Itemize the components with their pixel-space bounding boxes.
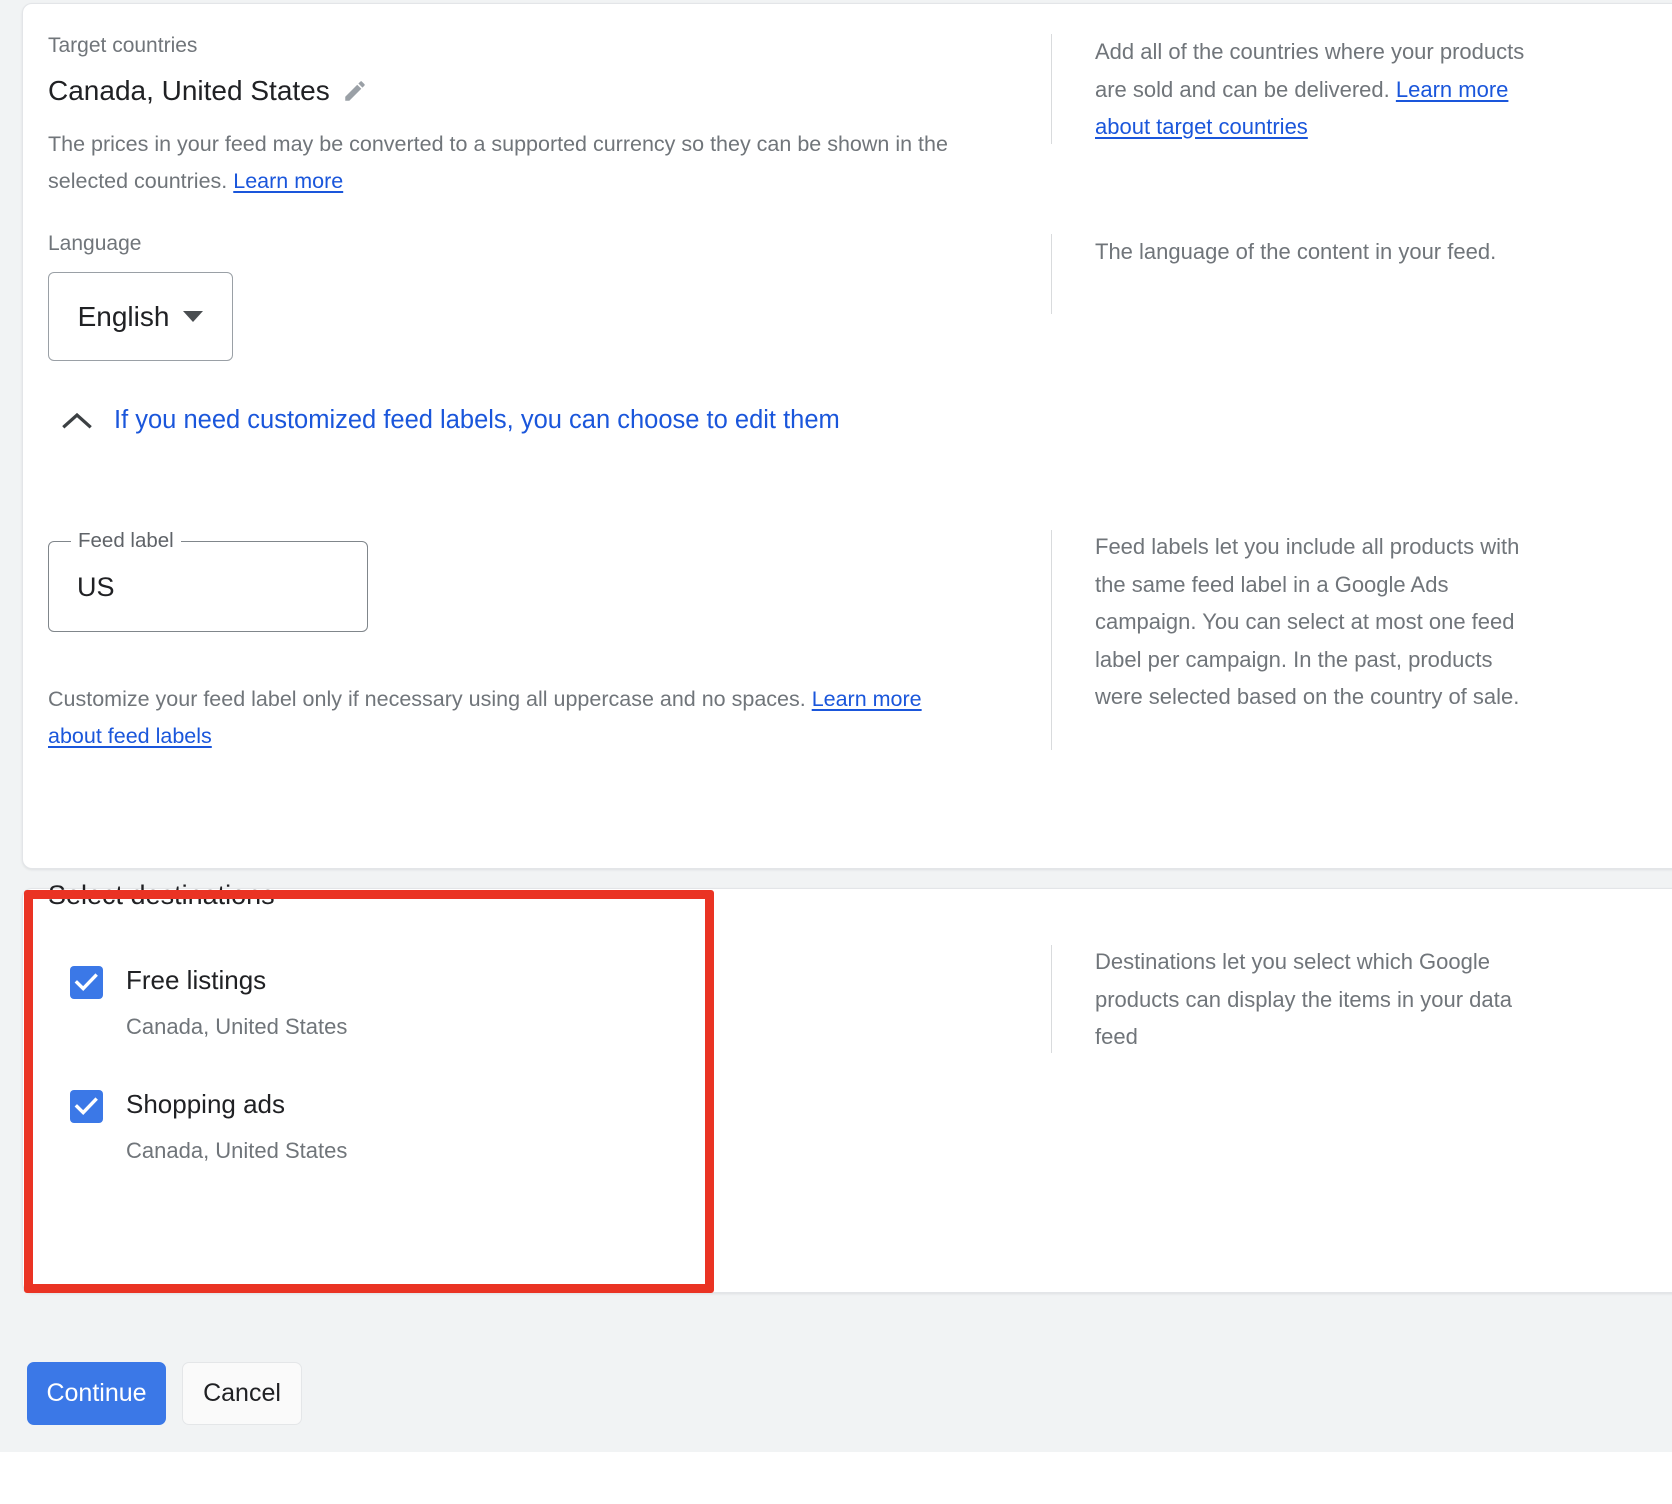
language-selected-value: English [77, 300, 170, 332]
checkbox-free-listings[interactable] [70, 966, 103, 999]
divider-language [1051, 234, 1052, 314]
destination-sublabel-free-listings: Canada, United States [126, 1014, 348, 1039]
divider-target [1051, 34, 1052, 144]
checkbox-shopping-ads[interactable] [70, 1090, 103, 1123]
destinations-side-help: Destinations let you select which Google… [1095, 949, 1513, 1049]
language-label: Language [48, 232, 142, 255]
divider-feed-label [1051, 530, 1052, 750]
destinations-title: Select destinations [48, 880, 275, 910]
target-countries-label: Target countries [48, 34, 198, 57]
target-countries-side-help: Add all of the countries where your prod… [1095, 33, 1555, 146]
feed-settings-page: Target countries Canada, United States T… [0, 0, 1672, 1504]
destination-sublabel-shopping-ads: Canada, United States [126, 1138, 348, 1163]
target-countries-value-row: Canada, United States [48, 74, 368, 108]
destination-label-shopping-ads: Shopping ads [126, 1089, 286, 1119]
pencil-icon[interactable] [342, 78, 368, 104]
target-countries-helper: The prices in your feed may be converted… [48, 126, 1008, 200]
feed-label-helper: Customize your feed label only if necess… [48, 681, 978, 755]
feed-label-field-label: Feed label [71, 529, 181, 553]
language-select[interactable]: English [48, 272, 233, 361]
continue-button[interactable]: Continue [27, 1362, 166, 1425]
destination-label-free-listings: Free listings [126, 965, 267, 995]
target-countries-value: Canada, United States [48, 75, 330, 106]
feed-label-side-help: Feed labels let you include all products… [1095, 534, 1520, 709]
divider-destinations [1051, 945, 1052, 1053]
chevron-up-icon [62, 412, 92, 429]
language-side-help: The language of the content in your feed… [1095, 239, 1497, 264]
cancel-button[interactable]: Cancel [182, 1362, 302, 1425]
target-countries-helper-link[interactable]: Learn more [233, 169, 343, 193]
destination-row-free-listings: Free listings Canada, United States [70, 963, 347, 1041]
feed-label-helper-text: Customize your feed label only if necess… [48, 687, 812, 711]
chevron-down-icon [183, 311, 204, 322]
target-countries-helper-text: The prices in your feed may be converted… [48, 132, 948, 193]
feed-label-value: US [77, 572, 115, 602]
check-icon [74, 973, 98, 992]
destination-row-shopping-ads: Shopping ads Canada, United States [70, 1087, 347, 1165]
feed-label-input[interactable]: Feed label US [48, 529, 368, 632]
feed-labels-expander-text: If you need customized feed labels, you … [114, 406, 840, 434]
feed-labels-expander[interactable]: If you need customized feed labels, you … [62, 405, 840, 435]
bottom-strip [0, 1452, 1672, 1504]
check-icon [74, 1097, 98, 1116]
footer-actions: Continue Cancel [27, 1362, 302, 1425]
